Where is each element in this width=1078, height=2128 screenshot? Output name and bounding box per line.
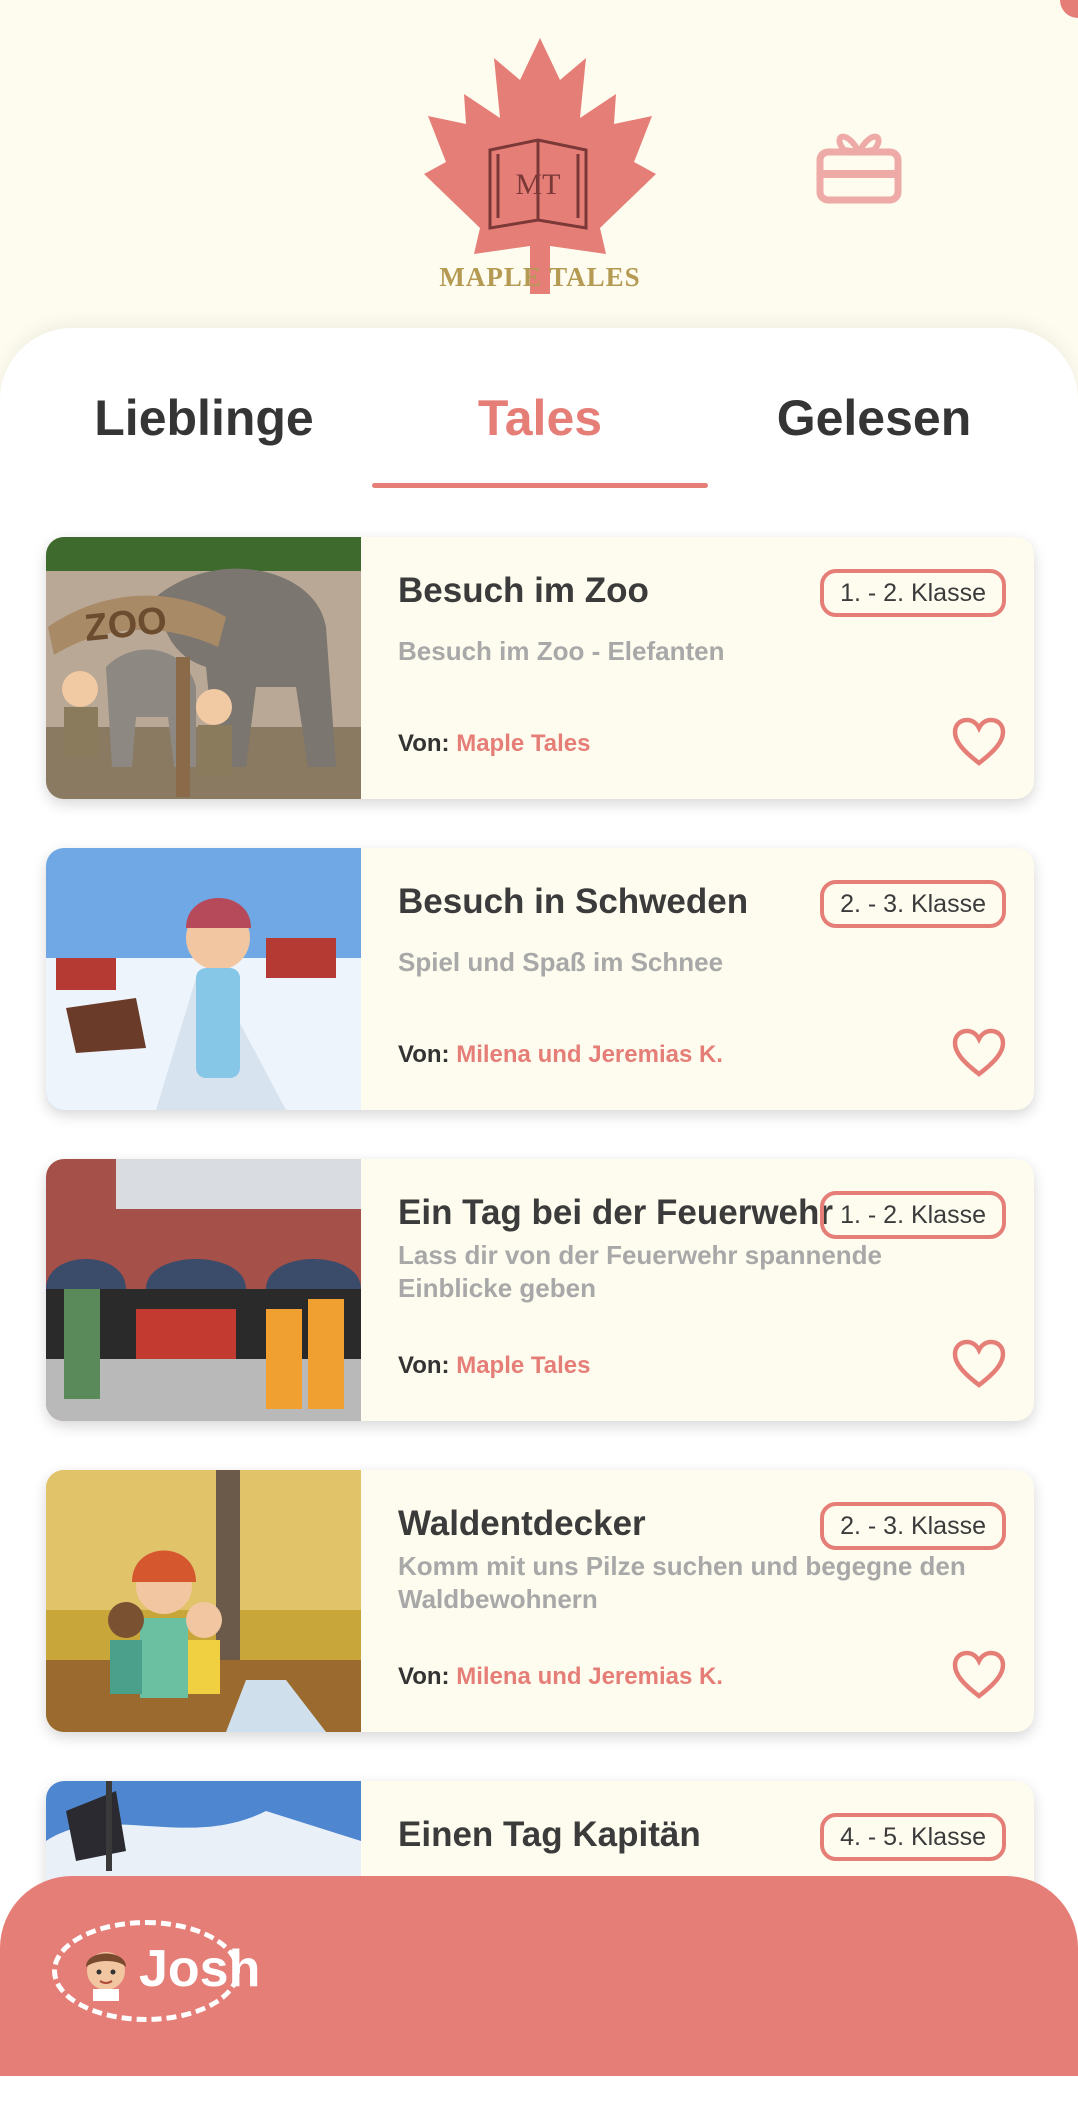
story-author: Von: Milena und Jeremias K. [398, 1041, 723, 1069]
story-subtitle: Komm mit uns Pilze suchen und begegne de… [398, 1551, 966, 1614]
story-card-schweden[interactable]: Besuch in Schweden 2. - 3. Klasse Spiel … [46, 848, 1034, 1110]
logo-wordmark: MAPLE TALES [439, 262, 641, 292]
author-prefix: Von: [398, 1352, 450, 1379]
author-prefix: Von: [398, 730, 450, 757]
grade-badge: 1. - 2. Klasse [820, 1191, 1006, 1239]
story-author: Von: Maple Tales [398, 1352, 591, 1380]
story-thumbnail: ZOO [46, 537, 361, 799]
corner-decoration [1060, 0, 1078, 18]
heart-icon[interactable] [952, 717, 1006, 767]
story-title: Besuch im Zoo [398, 571, 649, 610]
story-card-feuerwehr[interactable]: Ein Tag bei der Feuerwehr 1. - 2. Klasse… [46, 1159, 1034, 1421]
avatar [86, 1952, 126, 2001]
author-prefix: Von: [398, 1663, 450, 1690]
grade-badge: 4. - 5. Klasse [820, 1813, 1006, 1861]
story-card-zoo[interactable]: ZOO Besuch im Zoo 1. - 2. Klasse Besuch … [46, 537, 1034, 799]
grade-badge: 2. - 3. Klasse [820, 1502, 1006, 1550]
profile-button[interactable]: Josh [52, 1920, 260, 2022]
grade-badge: 1. - 2. Klasse [820, 569, 1006, 617]
zoo-sign-text: ZOO [83, 600, 169, 650]
story-card-waldentdecker[interactable]: Waldentdecker 2. - 3. Klasse Komm mit un… [46, 1470, 1034, 1732]
author-prefix: Von: [398, 1041, 450, 1068]
story-title: Waldentdecker [398, 1504, 646, 1543]
story-title: Besuch in Schweden [398, 882, 749, 921]
author-name: Milena und Jeremias K. [456, 1041, 723, 1068]
author-name: Milena und Jeremias K. [456, 1663, 723, 1690]
story-author: Von: Milena und Jeremias K. [398, 1663, 723, 1691]
story-thumbnail [46, 1470, 361, 1732]
heart-icon[interactable] [952, 1650, 1006, 1700]
story-subtitle: Lass dir von der Feuerwehr spannende Ein… [398, 1240, 883, 1303]
logo-monogram: MT [516, 168, 561, 201]
tab-gelesen[interactable]: Gelesen [706, 390, 1042, 446]
heart-icon[interactable] [952, 1339, 1006, 1389]
grade-badge: 2. - 3. Klasse [820, 880, 1006, 928]
profile-name: Josh [139, 1940, 261, 1998]
story-thumbnail [46, 1159, 361, 1421]
active-tab-indicator [372, 483, 708, 488]
maple-tales-logo: MT [424, 38, 656, 294]
story-subtitle: Spiel und Spaß im Schnee [398, 947, 724, 977]
author-name: Maple Tales [456, 1352, 591, 1379]
author-name: Maple Tales [456, 730, 591, 757]
story-title: Ein Tag bei der Feuerwehr [398, 1193, 834, 1232]
story-title: Einen Tag Kapitän [398, 1815, 701, 1854]
story-thumbnail [46, 848, 361, 1110]
tab-tales[interactable]: Tales [372, 390, 708, 446]
gift-icon[interactable] [814, 122, 904, 204]
story-author: Von: Maple Tales [398, 730, 591, 758]
heart-icon[interactable] [952, 1028, 1006, 1078]
tab-lieblinge[interactable]: Lieblinge [36, 390, 372, 446]
story-subtitle: Besuch im Zoo - Elefanten [398, 636, 725, 666]
